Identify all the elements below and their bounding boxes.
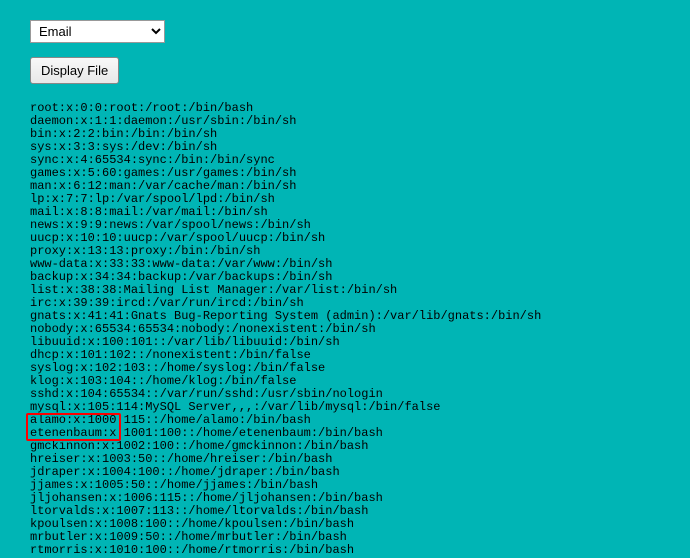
display-file-button[interactable]: Display File	[30, 57, 119, 84]
file-contents-output: root:x:0:0:root:/root:/bin/bashdaemon:x:…	[30, 102, 660, 557]
page-container: Email Display File root:x:0:0:root:/root…	[30, 20, 660, 557]
file-line: rtmorris:x:1010:100::/home/rtmorris:/bin…	[30, 544, 660, 557]
controls-area: Email Display File	[30, 20, 660, 102]
file-select-dropdown[interactable]: Email	[30, 20, 165, 43]
